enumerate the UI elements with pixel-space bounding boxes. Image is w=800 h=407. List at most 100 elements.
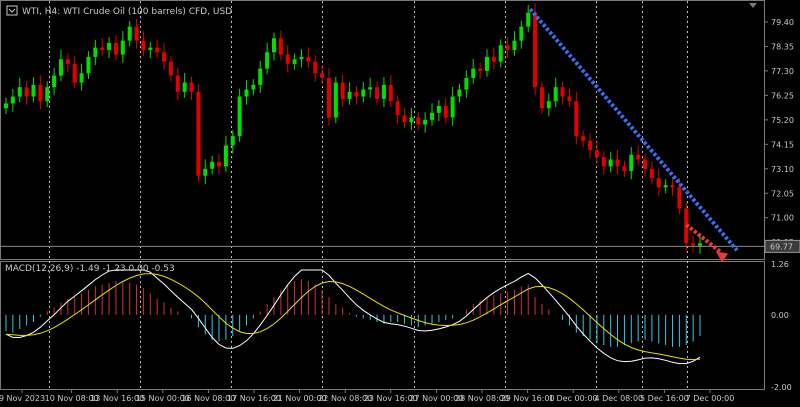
candle-body [79,73,84,83]
candle-body [326,77,331,118]
candle-body [505,45,510,50]
candle-body [175,75,180,92]
price-tick-label: 71.00 [771,214,794,223]
candle-body [120,40,125,55]
candle-body [223,145,228,167]
candle-body [450,96,455,118]
candle-body [189,82,194,92]
candle-body [491,56,496,62]
candle-body [677,187,682,209]
time-tick-label: 29 Nov 16:00 [501,394,555,403]
candle-body [381,84,386,99]
candle-body [58,59,63,76]
macd-tick-label: 0.00 [771,311,789,320]
candle-body [168,61,173,76]
macd-tick-label: -2.00 [771,383,792,392]
time-tick-label: 1 Dec 00:00 [549,394,598,403]
candle-body [395,101,400,116]
current-price-label: 69.77 [770,242,793,251]
candle-body [265,52,270,69]
candle-body [285,54,290,64]
candle-body [553,87,558,102]
candle-body [182,82,187,92]
price-tick-label: 75.20 [771,116,794,125]
candle-body [663,185,668,188]
candle-body [526,12,531,27]
candle-body [107,42,112,50]
candle-body [498,45,503,62]
candle-body [423,119,428,125]
candle-body [629,154,634,172]
price-tick-label: 78.35 [771,42,794,51]
chart-title: WTI, H4: WTI Crude Oil (100 barrels) CFD… [6,5,232,17]
candle-body [127,26,132,41]
candle-body [354,91,359,97]
candle-body [601,157,606,167]
candle-body [333,82,338,118]
candle-body [402,115,407,123]
candle-body [45,87,50,102]
candle-body [546,101,551,109]
candle-body [581,136,586,141]
chart-title-text: WTI, H4: WTI Crude Oil (100 barrels) CFD… [22,7,232,17]
candle-body [347,91,352,99]
candle-body [100,47,105,50]
time-tick-label: 9 Nov 2023 [0,394,45,403]
candle-body [31,84,36,97]
candle-body [560,87,565,97]
candle-body [443,105,448,118]
candle-body [698,243,702,246]
candle-body [457,89,462,97]
candle-body [670,185,675,188]
candle-body [237,96,242,137]
candle-body [484,56,489,71]
candle-body [162,52,167,62]
candle-body [217,161,222,167]
candle-body [340,82,345,99]
price-tick-label: 76.25 [771,91,794,100]
candle-body [615,159,620,167]
candle-body [210,161,215,169]
candle-body [72,63,77,83]
time-tick-label: 7 Dec 00:00 [686,394,735,403]
candle-body [574,101,579,137]
price-tick-label: 77.30 [771,67,794,76]
candle-body [258,68,263,85]
candle-body [478,68,483,71]
candle-body [643,159,648,169]
price-tick-label: 72.05 [771,189,794,198]
candle-body [113,42,118,55]
candle-body [375,87,380,99]
candle-body [52,75,57,88]
candle-body [86,56,91,74]
candle-body [271,38,276,53]
candle-body [313,61,318,74]
macd-tick-label: 1.26 [771,260,789,269]
candle-body [409,117,414,123]
candle-body [567,96,572,102]
time-tick-label: 5 Dec 16:00 [640,394,689,403]
candle-body [388,84,393,102]
candle-body [588,140,593,151]
candle-body [230,136,235,146]
candle-body [691,243,696,246]
candle-body [320,73,325,78]
candle-body [533,12,538,88]
candle-body [306,56,311,62]
price-tick-label: 74.15 [771,140,794,149]
candle-body [299,56,304,60]
candle-body [519,26,524,41]
candle-body [471,68,476,78]
macd-title: MACD(12,26,9) -1.49 -1.23 0.00 -0.53 [5,264,175,274]
candle-body [464,77,469,90]
candle-body [17,87,22,97]
candle-body [539,87,544,109]
candle-body [24,87,29,97]
candle-body [148,47,153,50]
time-tick-label: 4 Dec 08:00 [594,394,643,403]
candle-body [4,103,8,109]
candle-body [134,26,139,41]
candle-body [636,154,641,160]
candle-body [649,168,654,179]
candle-body [361,89,366,97]
